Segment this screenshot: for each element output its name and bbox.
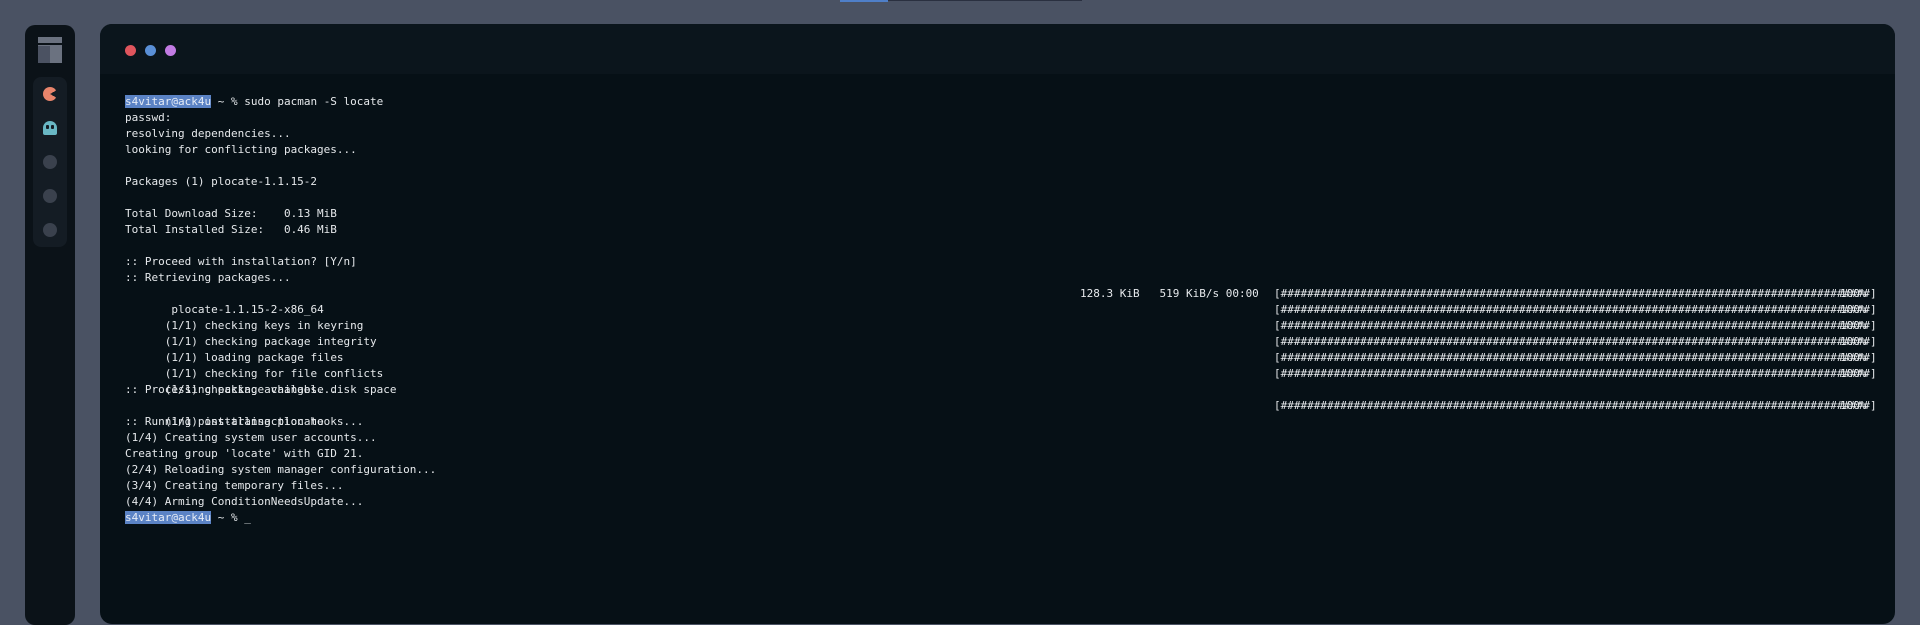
minimize-button[interactable] bbox=[145, 45, 156, 56]
top-bar-active-indicator bbox=[840, 0, 888, 2]
command-text: sudo pacman -S locate bbox=[244, 95, 384, 108]
output-line: Total Download Size: 0.13 MiB bbox=[125, 207, 337, 220]
terminal-titlebar[interactable] bbox=[100, 24, 1895, 74]
progress-percent: 100% bbox=[1840, 335, 1867, 348]
output-line: Packages (1) plocate-1.1.15-2 bbox=[125, 175, 318, 188]
prompt-suffix: ~ % bbox=[211, 511, 245, 524]
progress-line: (1/1) checking for file conflicts [#####… bbox=[125, 350, 1890, 380]
output-line: looking for conflicting packages... bbox=[125, 143, 357, 156]
progress-percent: 100% bbox=[1840, 319, 1867, 332]
workspace-list bbox=[33, 77, 67, 247]
output-line: passwd: bbox=[125, 111, 172, 124]
workspace-dot-5[interactable] bbox=[43, 223, 57, 237]
output-line: :: Processing package changes... bbox=[125, 383, 337, 396]
output-line: :: Running post-transaction hooks... bbox=[125, 415, 364, 428]
output-line: :: Retrieving packages... bbox=[125, 271, 291, 284]
output-line: (4/4) Arming ConditionNeedsUpdate... bbox=[125, 495, 364, 508]
workspace-dot-4[interactable] bbox=[43, 189, 57, 203]
ghost-icon[interactable] bbox=[43, 121, 57, 135]
progress-bar: [#######################################… bbox=[1274, 319, 1877, 332]
progress-line: (1/1) checking keys in keyring [########… bbox=[125, 302, 1890, 332]
progress-line: (1/1) checking package integrity [######… bbox=[125, 318, 1890, 348]
workspace-sidebar bbox=[25, 25, 75, 625]
progress-line: (1/1) checking available disk space [###… bbox=[125, 366, 1890, 396]
progress-bar: [#######################################… bbox=[1274, 399, 1877, 412]
progress-bar: [#######################################… bbox=[1274, 287, 1877, 300]
progress-bar: [#######################################… bbox=[1274, 367, 1877, 380]
progress-line: plocate-1.1.15-2-x86_64 128.3 KiB 519 Ki… bbox=[125, 286, 1890, 316]
progress-percent: 100% bbox=[1840, 367, 1867, 380]
progress-bar: [#######################################… bbox=[1274, 351, 1877, 364]
progress-bar: [#######################################… bbox=[1274, 303, 1877, 316]
progress-percent: 100% bbox=[1840, 287, 1867, 300]
output-line: Creating group 'locate' with GID 21. bbox=[125, 447, 364, 460]
command-line: s4vitar@ack4u ~ % sudo pacman -S locate bbox=[125, 94, 1890, 110]
prompt-user: s4vitar@ack4u bbox=[125, 95, 212, 108]
output-line: Total Installed Size: 0.46 MiB bbox=[125, 223, 337, 236]
bspwm-logo-icon[interactable] bbox=[38, 37, 62, 63]
final-prompt-line[interactable]: s4vitar@ack4u ~ % _ bbox=[125, 510, 1890, 526]
progress-line: (1/1) installing plocate [##############… bbox=[125, 398, 1890, 428]
progress-line: (1/1) loading package files [###########… bbox=[125, 334, 1890, 364]
terminal-cursor: _ bbox=[244, 511, 251, 524]
output-line: (1/4) Creating system user accounts... bbox=[125, 431, 377, 444]
output-line: (2/4) Reloading system manager configura… bbox=[125, 463, 437, 476]
prompt-user: s4vitar@ack4u bbox=[125, 511, 212, 524]
output-line: resolving dependencies... bbox=[125, 127, 291, 140]
pacman-icon[interactable] bbox=[43, 87, 57, 101]
download-stats: 128.3 KiB 519 KiB/s 00:00 bbox=[1080, 287, 1259, 300]
output-line: (3/4) Creating temporary files... bbox=[125, 479, 344, 492]
close-button[interactable] bbox=[125, 45, 136, 56]
maximize-button[interactable] bbox=[165, 45, 176, 56]
top-bar-line bbox=[888, 0, 1082, 1]
progress-percent: 100% bbox=[1840, 303, 1867, 316]
prompt-suffix: ~ % bbox=[211, 95, 245, 108]
workspace-dot-3[interactable] bbox=[43, 155, 57, 169]
terminal-output[interactable]: s4vitar@ack4u ~ % sudo pacman -S locate … bbox=[125, 94, 1890, 526]
terminal-window[interactable]: s4vitar@ack4u ~ % sudo pacman -S locate … bbox=[100, 24, 1895, 624]
progress-bar: [#######################################… bbox=[1274, 335, 1877, 348]
progress-percent: 100% bbox=[1840, 351, 1867, 364]
output-line: :: Proceed with installation? [Y/n] bbox=[125, 255, 357, 268]
progress-percent: 100% bbox=[1840, 399, 1867, 412]
